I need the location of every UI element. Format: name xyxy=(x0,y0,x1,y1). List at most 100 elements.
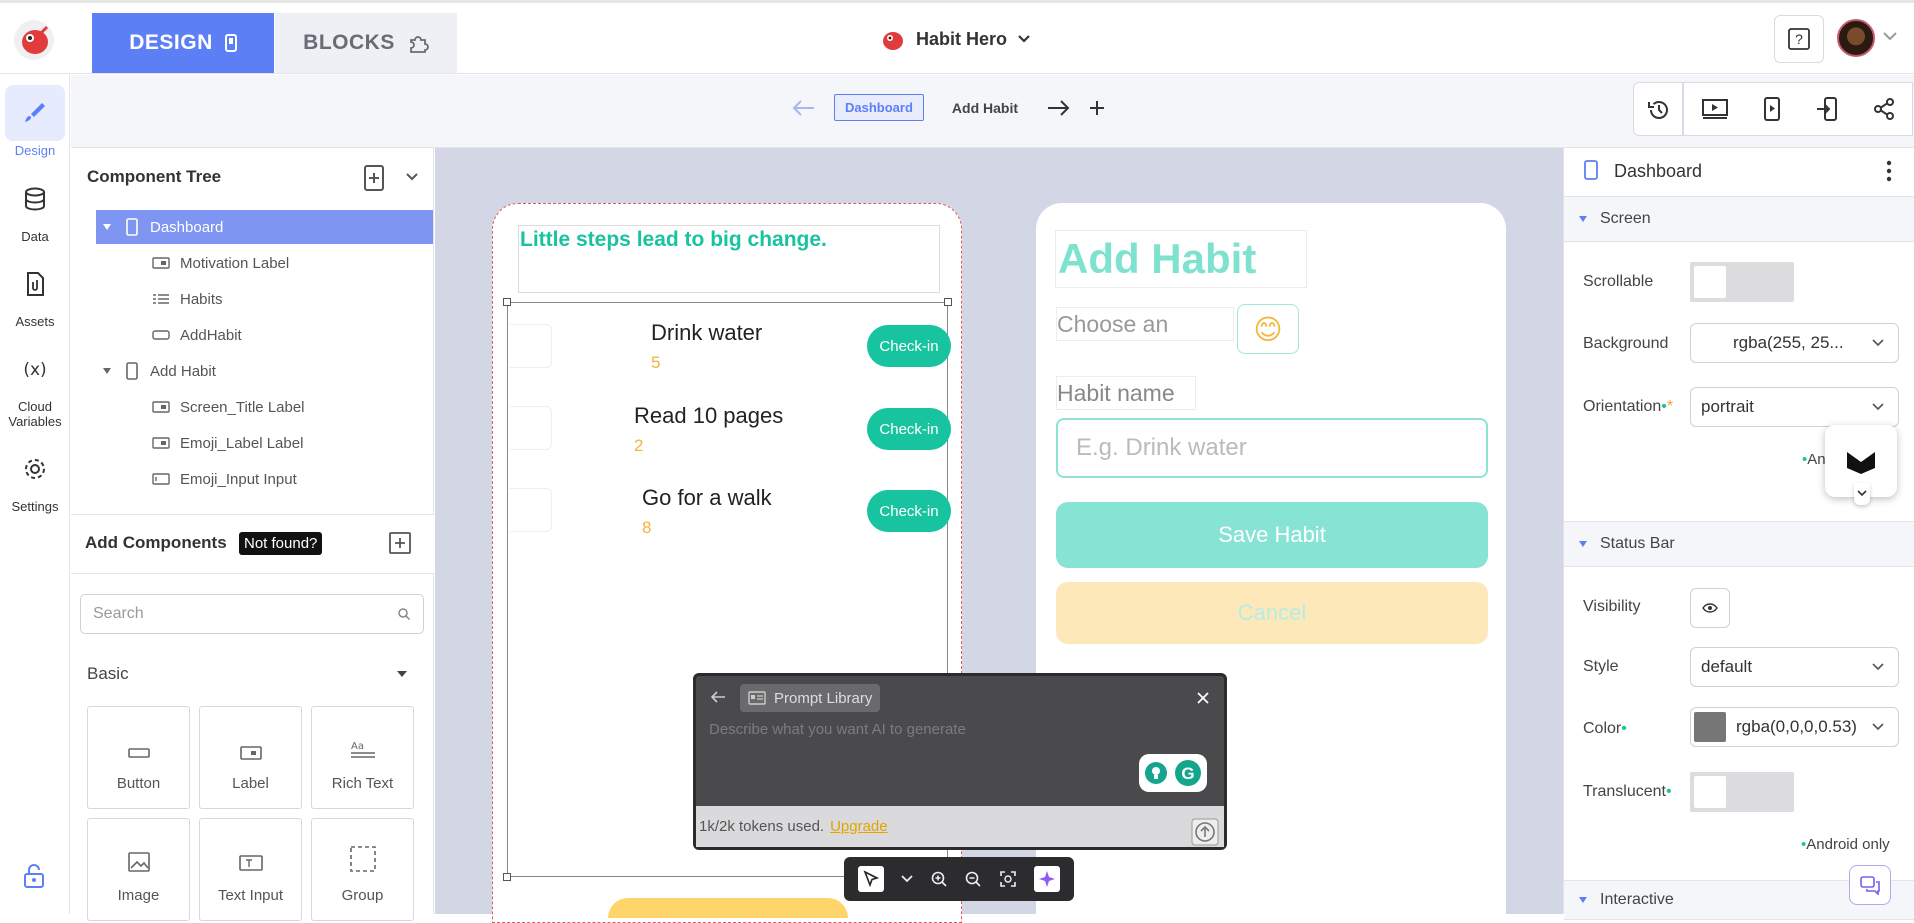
tab-blocks-label: BLOCKS xyxy=(303,31,395,54)
tab-dashboard[interactable]: Dashboard xyxy=(834,94,924,121)
color-label-text: Color xyxy=(1583,720,1622,737)
tree-row-addhabit[interactable]: AddHabit xyxy=(96,318,433,352)
ai-sparkle-icon[interactable] xyxy=(1033,866,1060,892)
rail-item-cloud-variables[interactable]: (x) Cloud Variables xyxy=(0,341,70,429)
tab-blocks[interactable]: BLOCKS xyxy=(275,13,457,73)
check-in-button[interactable]: Check-in xyxy=(867,325,951,367)
add-square-icon[interactable] xyxy=(388,531,412,555)
color-select[interactable]: rgba(0,0,0,0.53) xyxy=(1690,707,1899,747)
add-screen-icon[interactable] xyxy=(1088,99,1106,117)
component-label[interactable]: Label xyxy=(199,706,302,809)
rail-item-assets[interactable]: Assets xyxy=(0,256,70,329)
required-dot: • xyxy=(1621,720,1627,737)
color-swatch xyxy=(1694,712,1726,742)
svg-text:(x): (x) xyxy=(23,360,46,380)
tree-row-habits[interactable]: Habits xyxy=(96,282,433,316)
upgrade-link[interactable]: Upgrade xyxy=(830,818,888,835)
style-select[interactable]: default xyxy=(1690,647,1899,687)
orientation-select[interactable]: portrait xyxy=(1690,387,1899,427)
share-icon[interactable] xyxy=(1872,97,1896,121)
close-icon[interactable] xyxy=(1196,691,1210,705)
lock-icon[interactable] xyxy=(22,863,46,889)
fit-screen-icon[interactable] xyxy=(999,870,1017,888)
component-image[interactable]: Image xyxy=(87,818,190,921)
search-placeholder: Search xyxy=(93,605,144,622)
cancel-button[interactable]: Cancel xyxy=(1056,582,1488,644)
color-label: Color• xyxy=(1583,720,1627,738)
category-basic[interactable]: Basic xyxy=(87,664,129,684)
translucent-toggle[interactable] xyxy=(1690,772,1794,812)
motivation-label: Little steps lead to big change. xyxy=(520,228,827,251)
history-button[interactable] xyxy=(1633,82,1683,136)
zoom-out-icon[interactable] xyxy=(964,870,982,888)
resize-handle[interactable] xyxy=(503,298,511,306)
rail-item-settings[interactable]: Settings xyxy=(0,441,70,514)
tree-row-motivation-label[interactable]: Motivation Label xyxy=(96,246,433,280)
add-components-title: Add Components xyxy=(85,533,227,552)
back-arrow-icon[interactable] xyxy=(792,99,816,117)
translucent-label: Translucent• xyxy=(1583,783,1672,801)
tab-design[interactable]: DESIGN xyxy=(92,13,274,73)
rail-item-design[interactable]: Design xyxy=(0,85,70,158)
rail-label: Assets xyxy=(15,314,55,329)
back-arrow-icon[interactable] xyxy=(710,690,726,704)
caret-down-icon[interactable] xyxy=(396,670,408,678)
scrollable-toggle[interactable] xyxy=(1690,262,1794,302)
chevron-down-icon[interactable] xyxy=(901,875,913,883)
resize-handle[interactable] xyxy=(503,873,511,881)
component-group[interactable]: Group xyxy=(311,818,414,921)
device-preview-icon[interactable] xyxy=(1762,96,1782,122)
text-input-icon xyxy=(238,853,264,873)
grammarly-widget[interactable]: G xyxy=(1139,754,1207,792)
tree-row-dashboard[interactable]: Dashboard xyxy=(96,210,433,244)
tree-row-emoji-input-input[interactable]: Emoji_Input Input xyxy=(96,462,433,496)
visibility-label: Visibility xyxy=(1583,598,1641,615)
project-selector[interactable]: Habit Hero xyxy=(880,24,1031,54)
chevron-down-icon[interactable] xyxy=(1854,483,1870,505)
tree-row-emoji-label-label[interactable]: Emoji_Label Label xyxy=(96,426,433,460)
tree-label: Habits xyxy=(180,290,223,308)
add-habit-button[interactable] xyxy=(608,898,848,918)
habit-name-input[interactable]: E.g. Drink water xyxy=(1056,418,1488,478)
save-habit-button[interactable]: Save Habit xyxy=(1056,502,1488,568)
chevron-down-icon xyxy=(1872,403,1884,411)
component-search-input[interactable]: Search xyxy=(80,594,424,634)
check-in-button[interactable]: Check-in xyxy=(867,490,951,532)
not-found-link[interactable]: Not found? xyxy=(239,532,323,555)
tree-row-add-habit[interactable]: Add Habit xyxy=(96,354,433,388)
section-status-bar[interactable]: Status Bar xyxy=(1564,521,1914,567)
android-only-text: Android only xyxy=(1806,836,1890,853)
component-text-input[interactable]: Text Input xyxy=(199,818,302,921)
zoom-in-icon[interactable] xyxy=(930,870,948,888)
avatar[interactable] xyxy=(1837,19,1875,57)
pointer-icon[interactable] xyxy=(858,866,885,892)
tab-add-habit[interactable]: Add Habit xyxy=(942,95,1028,121)
chevron-down-icon[interactable] xyxy=(405,172,419,182)
habit-name-label: Habit name xyxy=(1056,376,1196,410)
resize-handle[interactable] xyxy=(944,298,952,306)
app-logo-icon[interactable] xyxy=(13,19,55,61)
ai-prompt-input[interactable]: Describe what you want AI to generate xyxy=(709,721,966,738)
forward-arrow-icon[interactable] xyxy=(1046,99,1070,117)
emoji-input[interactable]: 😊 xyxy=(1237,304,1299,354)
help-button[interactable]: ? xyxy=(1774,15,1824,63)
export-icon[interactable] xyxy=(1815,96,1839,122)
background-select[interactable]: rgba(255, 25... xyxy=(1690,323,1899,363)
section-screen[interactable]: Screen xyxy=(1564,196,1914,242)
chevron-down-icon[interactable] xyxy=(1882,30,1898,42)
tree-row-screen-title-label[interactable]: Screen_Title Label xyxy=(96,390,433,424)
visibility-toggle[interactable] xyxy=(1690,588,1730,628)
variable-icon: (x) xyxy=(5,341,65,397)
check-in-button[interactable]: Check-in xyxy=(867,408,951,450)
send-icon[interactable] xyxy=(1191,818,1219,846)
prompt-library-button[interactable]: Prompt Library xyxy=(740,684,881,712)
rail-item-data[interactable]: Data xyxy=(0,171,70,244)
more-vertical-icon[interactable] xyxy=(1886,160,1892,182)
preview-icon[interactable] xyxy=(1701,97,1729,121)
tree-label: Screen_Title Label xyxy=(180,398,305,416)
section-title: Status Bar xyxy=(1600,535,1675,552)
add-screen-icon[interactable] xyxy=(363,164,385,192)
chat-support-button[interactable] xyxy=(1849,865,1891,905)
component-button[interactable]: Button xyxy=(87,706,190,809)
component-rich-text[interactable]: Aa Rich Text xyxy=(311,706,414,809)
